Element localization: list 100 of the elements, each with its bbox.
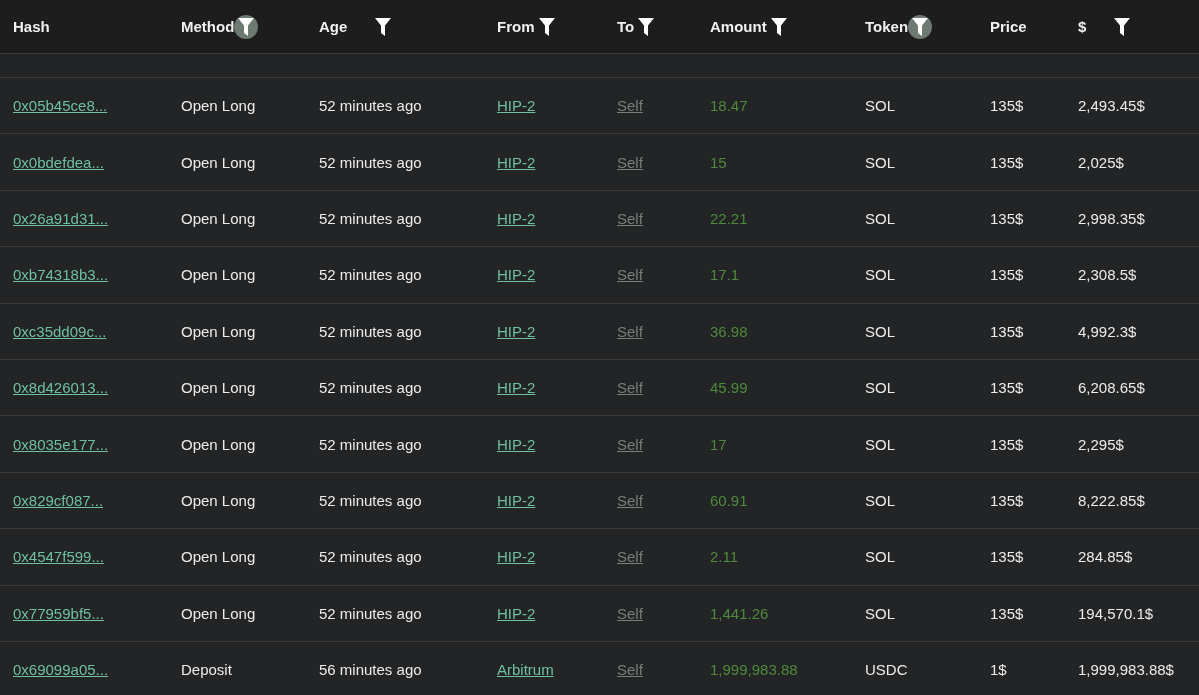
table-cell: SOL [865, 153, 895, 171]
column-header: Hash [13, 18, 50, 35]
table-cell: SOL [865, 379, 895, 397]
table-cell: Open Long [181, 322, 256, 340]
column-header: Age [319, 18, 348, 35]
link[interactable]: HIP-2 [497, 491, 536, 509]
table-cell: 194,570.1$ [1078, 604, 1154, 622]
filter-button[interactable] [234, 14, 259, 39]
table-cell: 2,308.5$ [1078, 266, 1137, 284]
link[interactable]: HIP-2 [497, 322, 536, 340]
link[interactable]: 0x4547f599... [13, 548, 104, 566]
link[interactable]: Self [617, 379, 643, 397]
link[interactable]: HIP-2 [497, 379, 536, 397]
link[interactable]: Arbitrum [497, 661, 554, 679]
table-cell: 8,222.85$ [1078, 491, 1145, 509]
filter-icon [538, 17, 555, 36]
link[interactable]: Self [617, 435, 643, 453]
table-cell: SOL [865, 435, 895, 453]
table-cell: 2,998.35$ [1078, 209, 1145, 227]
amount-cell: 17 [710, 435, 727, 453]
amount-cell: 17.1 [710, 266, 740, 284]
link[interactable]: 0x05b45ce8... [13, 97, 108, 115]
link[interactable]: Self [617, 153, 643, 171]
table-cell: 52 minutes ago [319, 491, 422, 509]
amount-cell: 15 [710, 153, 727, 171]
table-cell: Open Long [181, 379, 256, 397]
link[interactable]: Self [617, 661, 643, 679]
column-header: Token [865, 18, 909, 35]
link[interactable]: 0x8d426013... [13, 379, 109, 397]
table-cell: 135$ [990, 322, 1024, 340]
table-cell: 52 minutes ago [319, 548, 422, 566]
table-cell: SOL [865, 266, 895, 284]
table-cell: 1,999,983.88$ [1078, 661, 1174, 679]
filter-button[interactable] [908, 14, 933, 39]
link[interactable]: HIP-2 [497, 97, 536, 115]
table-cell: 2,493.45$ [1078, 97, 1145, 115]
link[interactable]: HIP-2 [497, 266, 536, 284]
table-cell: 56 minutes ago [319, 661, 422, 679]
table-cell: 4,992.3$ [1078, 322, 1137, 340]
table-cell: 135$ [990, 266, 1024, 284]
link[interactable]: 0x829cf087... [13, 491, 104, 509]
table-cell: 135$ [990, 548, 1024, 566]
link[interactable]: Self [617, 322, 643, 340]
filter-icon [912, 17, 929, 36]
link[interactable]: Self [617, 266, 643, 284]
table-cell: Open Long [181, 604, 256, 622]
table-cell: 135$ [990, 604, 1024, 622]
amount-cell: 18.47 [710, 97, 748, 115]
link[interactable]: 0xc35dd09c... [13, 322, 107, 340]
table-cell: SOL [865, 491, 895, 509]
link[interactable]: HIP-2 [497, 548, 536, 566]
filter-icon [238, 17, 255, 36]
table-cell: 52 minutes ago [319, 97, 422, 115]
amount-cell: 36.98 [710, 322, 748, 340]
table-cell: 2,295$ [1078, 435, 1124, 453]
table-cell: 52 minutes ago [319, 604, 422, 622]
table-cell: SOL [865, 548, 895, 566]
table-cell: SOL [865, 97, 895, 115]
table-cell: SOL [865, 322, 895, 340]
link[interactable]: 0x8035e177... [13, 435, 109, 453]
link[interactable]: 0x26a91d31... [13, 209, 109, 227]
link[interactable]: 0x0bdefdea... [13, 153, 104, 171]
link[interactable]: 0x77959bf5... [13, 604, 104, 622]
column-header: Price [990, 18, 1027, 35]
table-cell: USDC [865, 661, 908, 679]
link[interactable]: Self [617, 604, 643, 622]
link[interactable]: Self [617, 97, 643, 115]
table-cell: 135$ [990, 153, 1024, 171]
amount-cell: 2.11 [710, 548, 739, 566]
table-cell: Open Long [181, 97, 256, 115]
table-cell: Open Long [181, 435, 256, 453]
table-cell: 52 minutes ago [319, 322, 422, 340]
column-header: Amount [710, 18, 767, 35]
link[interactable]: 0xb74318b3... [13, 266, 109, 284]
filter-icon [638, 17, 655, 36]
table-cell: 2,025$ [1078, 153, 1124, 171]
link[interactable]: Self [617, 548, 643, 566]
amount-cell: 22.21 [710, 209, 748, 227]
table-cell: SOL [865, 604, 895, 622]
filter-icon [375, 17, 392, 36]
table-cell: Open Long [181, 548, 256, 566]
link[interactable]: HIP-2 [497, 435, 536, 453]
table-cell: Deposit [181, 661, 232, 679]
amount-cell: 1,441.26 [710, 604, 769, 622]
amount-cell: 45.99 [710, 379, 748, 397]
column-header: Method [181, 18, 235, 35]
link[interactable]: 0x69099a05... [13, 661, 109, 679]
link[interactable]: HIP-2 [497, 604, 536, 622]
table-cell: 52 minutes ago [319, 435, 422, 453]
column-header: To [617, 18, 635, 35]
column-header: From [497, 18, 535, 35]
link[interactable]: Self [617, 491, 643, 509]
table-cell: 135$ [990, 97, 1024, 115]
table-cell: Open Long [181, 209, 256, 227]
table-cell: 1$ [990, 661, 1007, 679]
table-cell: 52 minutes ago [319, 153, 422, 171]
link[interactable]: HIP-2 [497, 209, 536, 227]
link[interactable]: HIP-2 [497, 153, 536, 171]
link[interactable]: Self [617, 209, 643, 227]
table-cell: Open Long [181, 491, 256, 509]
